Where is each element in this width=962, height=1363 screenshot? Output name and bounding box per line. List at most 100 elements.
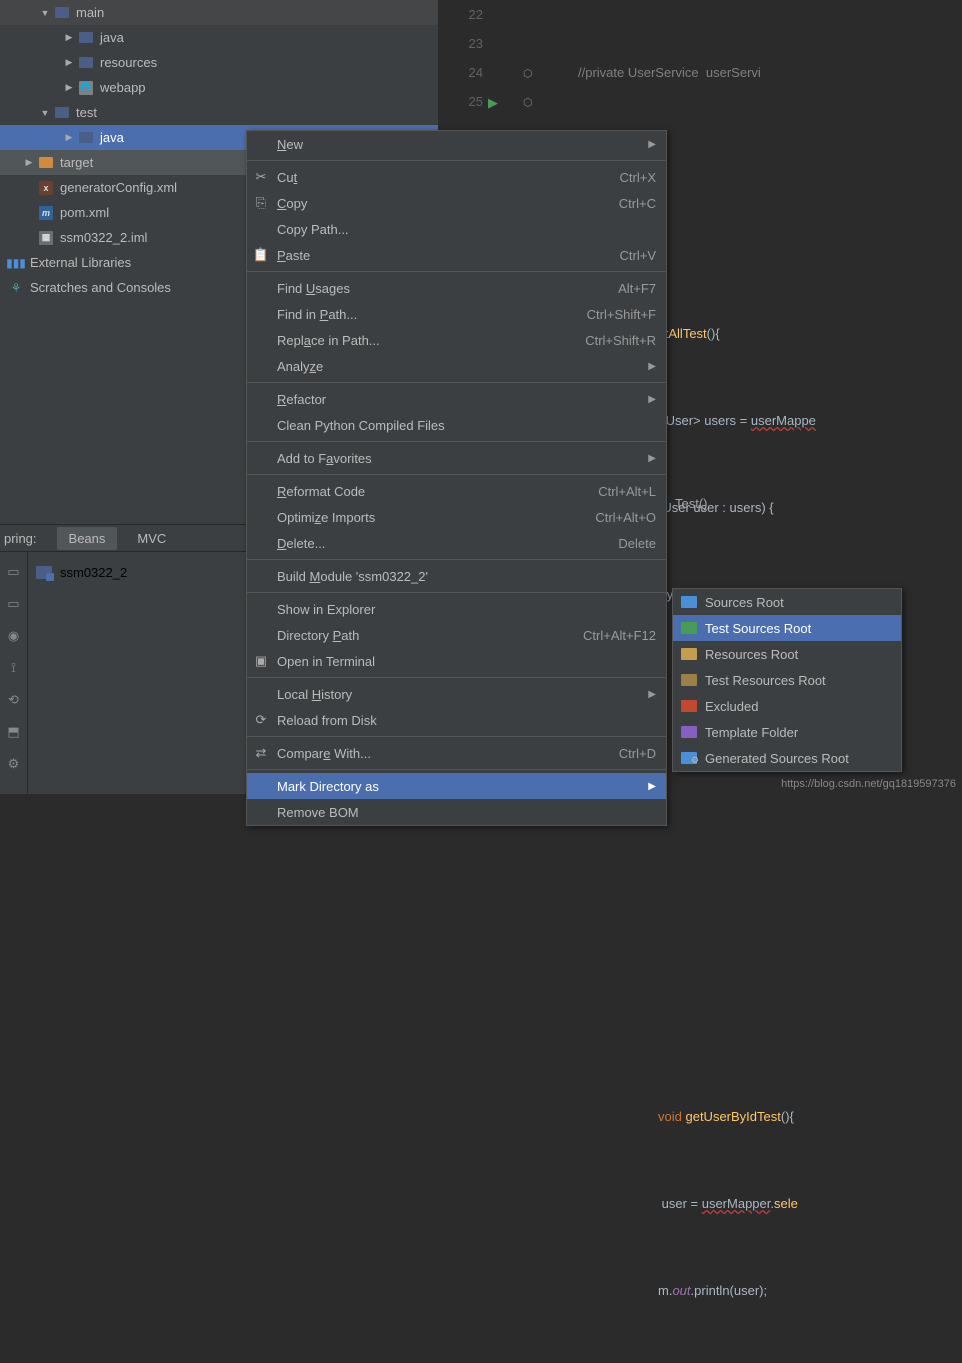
collapse-arrow-icon: ▶ xyxy=(64,82,74,93)
compare-icon: ⇄ xyxy=(253,745,269,761)
menu-refactor[interactable]: Refactor▶ xyxy=(247,386,666,412)
submenu-arrow-icon: ▶ xyxy=(646,453,656,464)
collapse-arrow-icon: ▶ xyxy=(64,32,74,43)
submenu-excluded[interactable]: Excluded xyxy=(673,693,901,719)
tree-label: Scratches and Consoles xyxy=(30,280,171,295)
fold-marker-icon[interactable]: ⬡ xyxy=(523,89,533,118)
submenu-resources-root[interactable]: Resources Root xyxy=(673,641,901,667)
submenu-arrow-icon: ▶ xyxy=(646,781,656,792)
terminal-icon: ▣ xyxy=(253,653,269,669)
menu-cut[interactable]: ✂ CutCtrl+X xyxy=(247,164,666,190)
menu-separator xyxy=(247,769,666,770)
tree-item-webapp[interactable]: ▶ 🌐 webapp xyxy=(0,75,438,100)
fold-marker-icon[interactable]: ⬡ xyxy=(523,60,533,89)
tree-label: External Libraries xyxy=(30,255,131,270)
submenu-generated-sources-root[interactable]: ⚙ Generated Sources Root xyxy=(673,745,901,771)
folder-icon xyxy=(78,30,94,46)
run-gutter-icon[interactable]: ▶ xyxy=(488,88,498,117)
menu-separator xyxy=(247,441,666,442)
tree-label: generatorConfig.xml xyxy=(60,180,177,195)
tree-item-main[interactable]: ▼ main xyxy=(0,0,438,25)
menu-reformat[interactable]: Reformat CodeCtrl+Alt+L xyxy=(247,478,666,504)
menu-new[interactable]: New▶ xyxy=(247,131,666,157)
tree-label: test xyxy=(76,105,97,120)
collapse-arrow-icon: ▶ xyxy=(64,57,74,68)
menu-copy-path[interactable]: Copy Path... xyxy=(247,216,666,242)
folder-icon xyxy=(681,674,697,686)
menu-separator xyxy=(247,736,666,737)
line-number: 24 xyxy=(438,58,483,87)
menu-separator xyxy=(247,271,666,272)
tool-button[interactable]: ▭ xyxy=(3,561,25,583)
scratches-icon: ⚘ xyxy=(8,280,24,296)
menu-show-explorer[interactable]: Show in Explorer xyxy=(247,596,666,622)
menu-build-module[interactable]: Build Module 'ssm0322_2' xyxy=(247,563,666,589)
menu-optimize-imports[interactable]: Optimize ImportsCtrl+Alt+O xyxy=(247,504,666,530)
expand-arrow-icon: ▼ xyxy=(40,8,50,18)
folder-icon: ⚙ xyxy=(681,752,697,764)
menu-compare-with[interactable]: ⇄ Compare With...Ctrl+D xyxy=(247,740,666,766)
maven-file-icon: m xyxy=(38,205,54,221)
menu-separator xyxy=(247,592,666,593)
project-name: ssm0322_2 xyxy=(60,565,127,580)
submenu-arrow-icon: ▶ xyxy=(646,361,656,372)
expand-arrow-icon: ▼ xyxy=(40,108,50,118)
menu-separator xyxy=(247,559,666,560)
tab-mvc[interactable]: MVC xyxy=(125,527,178,550)
submenu-arrow-icon: ▶ xyxy=(646,394,656,405)
reload-icon: ⟳ xyxy=(253,712,269,728)
tree-item-resources[interactable]: ▶ resources xyxy=(0,50,438,75)
menu-paste[interactable]: 📋 PasteCtrl+V xyxy=(247,242,666,268)
breadcrumb[interactable]: Test() xyxy=(665,490,718,517)
menu-remove-bom[interactable]: Remove BOM xyxy=(247,799,666,825)
tool-button[interactable]: ⟲ xyxy=(3,689,25,711)
folder-icon xyxy=(681,700,697,712)
context-menu: New▶ ✂ CutCtrl+X ⎘ CopyCtrl+C Copy Path.… xyxy=(246,130,667,826)
submenu-arrow-icon: ▶ xyxy=(646,139,656,150)
line-number: 22 xyxy=(438,0,483,29)
menu-add-favorites[interactable]: Add to Favorites▶ xyxy=(247,445,666,471)
submenu-test-sources-root[interactable]: Test Sources Root xyxy=(673,615,901,641)
paste-icon: 📋 xyxy=(253,247,269,263)
tree-label: java xyxy=(100,30,124,45)
tool-button[interactable]: ⚙ xyxy=(3,753,25,775)
menu-reload-disk[interactable]: ⟳ Reload from Disk xyxy=(247,707,666,733)
submenu-test-resources-root[interactable]: Test Resources Root xyxy=(673,667,901,693)
tool-button[interactable]: ⬒ xyxy=(3,721,25,743)
menu-replace-in-path[interactable]: Replace in Path...Ctrl+Shift+R xyxy=(247,327,666,353)
menu-directory-path[interactable]: Directory PathCtrl+Alt+F12 xyxy=(247,622,666,648)
web-folder-icon: 🌐 xyxy=(78,80,94,96)
submenu-template-folder[interactable]: Template Folder xyxy=(673,719,901,745)
menu-find-usages[interactable]: Find UsagesAlt+F7 xyxy=(247,275,666,301)
menu-local-history[interactable]: Local History▶ xyxy=(247,681,666,707)
tool-button[interactable]: ◉ xyxy=(3,625,25,647)
menu-find-in-path[interactable]: Find in Path...Ctrl+Shift+F xyxy=(247,301,666,327)
tree-label: java xyxy=(100,130,124,145)
collapse-arrow-icon: ▶ xyxy=(24,157,34,168)
tab-beans[interactable]: Beans xyxy=(57,527,118,550)
menu-separator xyxy=(247,474,666,475)
tree-label: resources xyxy=(100,55,157,70)
line-number: 25 xyxy=(438,87,483,116)
tool-button[interactable]: ⟟ xyxy=(3,657,25,679)
tree-item-java[interactable]: ▶ java xyxy=(0,25,438,50)
folder-icon xyxy=(681,596,697,608)
tool-button[interactable]: ▭ xyxy=(3,593,25,615)
menu-separator xyxy=(247,677,666,678)
mark-directory-submenu: Sources Root Test Sources Root Resources… xyxy=(672,588,902,772)
tree-item-test[interactable]: ▼ test xyxy=(0,100,438,125)
submenu-sources-root[interactable]: Sources Root xyxy=(673,589,901,615)
folder-icon xyxy=(681,726,697,738)
folder-icon xyxy=(681,622,697,634)
menu-copy[interactable]: ⎘ CopyCtrl+C xyxy=(247,190,666,216)
tool-strip: ▭ ▭ ◉ ⟟ ⟲ ⬒ ⚙ xyxy=(0,552,28,794)
tree-label: pom.xml xyxy=(60,205,109,220)
menu-mark-directory-as[interactable]: Mark Directory as▶ xyxy=(247,773,666,799)
menu-delete[interactable]: Delete...Delete xyxy=(247,530,666,556)
submenu-arrow-icon: ▶ xyxy=(646,689,656,700)
iml-file-icon: ▦ xyxy=(38,230,54,246)
menu-clean-python[interactable]: Clean Python Compiled Files xyxy=(247,412,666,438)
menu-analyze[interactable]: Analyze▶ xyxy=(247,353,666,379)
menu-open-terminal[interactable]: ▣ Open in Terminal xyxy=(247,648,666,674)
tree-label: ssm0322_2.iml xyxy=(60,230,147,245)
